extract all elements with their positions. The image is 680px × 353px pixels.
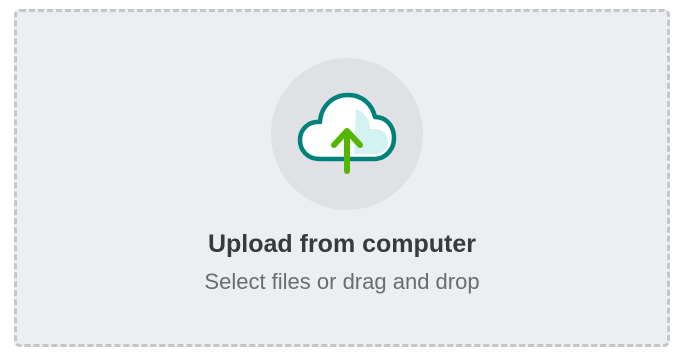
upload-dropzone[interactable]: Upload from computer Select files or dra… [14,9,670,347]
upload-icon-circle [271,58,423,210]
upload-subtitle: Select files or drag and drop [204,269,480,294]
cloud-upload-icon [297,92,397,174]
upload-title: Upload from computer [207,230,477,258]
